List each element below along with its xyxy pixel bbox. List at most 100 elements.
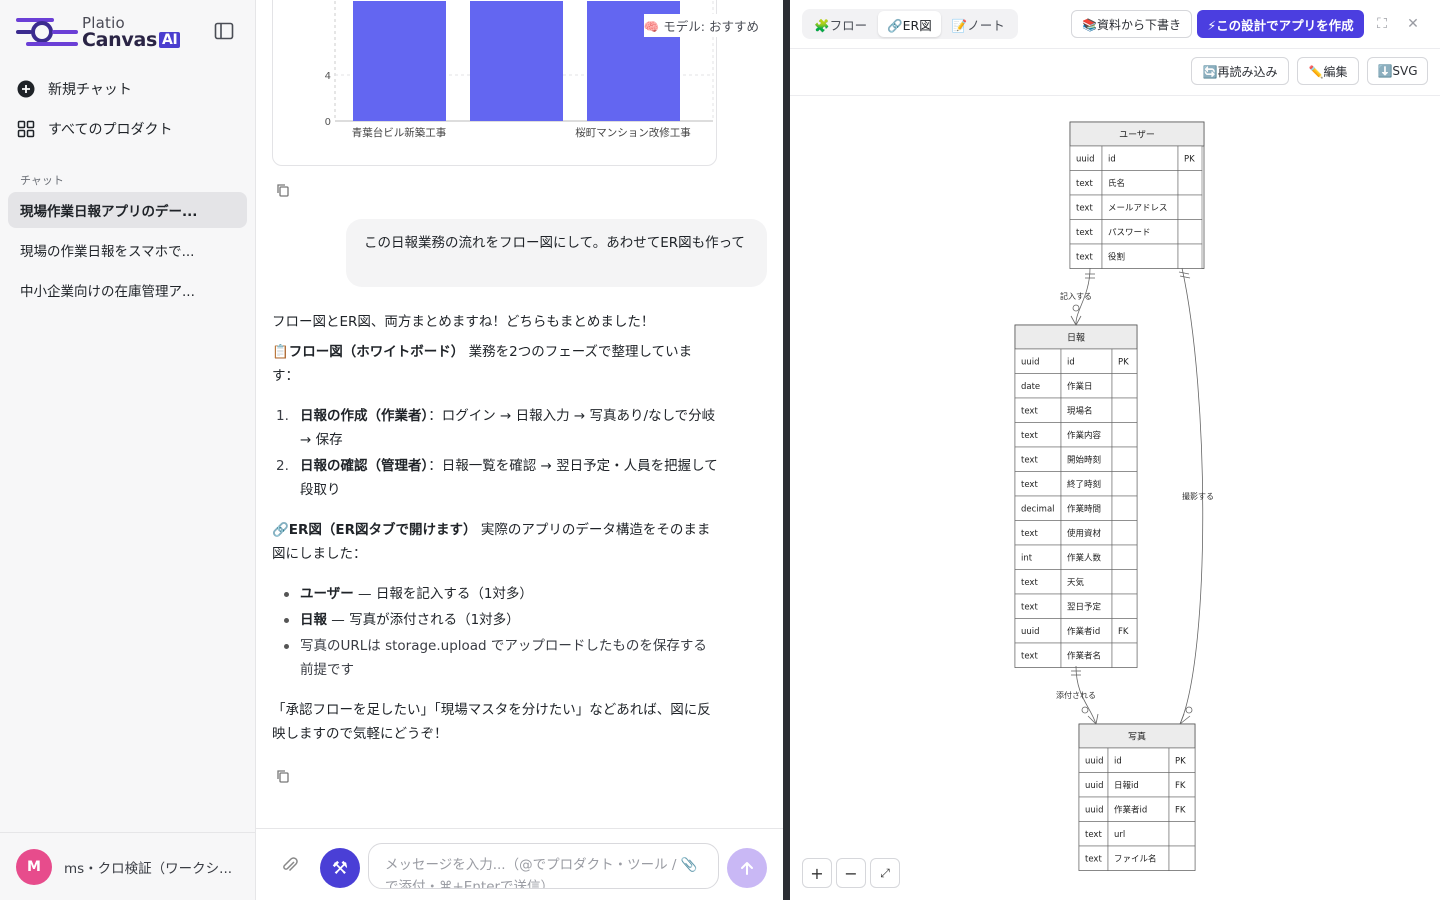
entity-cell-text: 日報id <box>1114 781 1139 791</box>
download-svg-button[interactable]: ⬇️SVG <box>1367 57 1428 85</box>
close-icon[interactable]: ✕ <box>1404 15 1422 33</box>
zoom-in-button[interactable]: + <box>802 858 832 888</box>
logo-mark-icon <box>16 18 78 46</box>
x-tick: 青葉台ビル新築工事 <box>352 126 447 139</box>
logo-ai-badge: AI <box>159 32 181 48</box>
entity-name: 日報 <box>1067 333 1085 344</box>
copy-icon[interactable] <box>275 182 293 200</box>
er-diagram: ユーザーuuid id PKtext 氏名text メールアドレスtext パスワードte… <box>1014 121 1214 871</box>
entity-cell-text: text <box>1021 529 1038 539</box>
list-item: 日報の作成（作業者）：ログイン → 日報入力 → 写真あり/なしで分岐 → 保存 <box>300 404 718 452</box>
entity-cell-text: 氏名 <box>1108 178 1125 189</box>
sidebar-chat-item[interactable]: 中小企業向けの在庫管理ア... <box>8 272 247 308</box>
edit-button[interactable]: ✏️編集 <box>1297 57 1359 85</box>
entity-cell <box>1111 422 1138 448</box>
fit-view-button[interactable]: ⤢ <box>870 858 900 888</box>
flow-heading-title: 📋フロー図（ホワイトボード） <box>272 344 465 360</box>
send-button[interactable] <box>727 848 767 888</box>
divider-line <box>790 48 1440 49</box>
relation-line <box>1087 713 1099 725</box>
entity-cell-text: 翌日予定 <box>1067 602 1102 613</box>
relation-label: 撮影する <box>1182 491 1214 501</box>
entity-name: ユーザー <box>1119 130 1155 141</box>
copy-icon[interactable] <box>275 768 293 786</box>
entity-cell-text: 作業内容 <box>1067 430 1102 441</box>
create-app-button[interactable]: ⚡この設計でアプリを作成 <box>1197 10 1364 38</box>
entity-cell <box>1111 642 1138 668</box>
entity-cell-text: text <box>1076 179 1093 189</box>
entity-cell <box>1111 520 1138 546</box>
sidebar-toggle-icon[interactable] <box>214 22 236 42</box>
entity-cell-text: 作業日 <box>1067 381 1093 392</box>
tab-flow[interactable]: 🧩フロー <box>805 11 876 37</box>
entity-cell-text: FK <box>1175 806 1186 816</box>
entity-cell-text: text <box>1021 431 1038 441</box>
entity-cell-text: uuid <box>1021 627 1040 637</box>
tab-er[interactable]: 🔗ER図 <box>878 11 941 37</box>
relation-label: 記入する <box>1060 291 1092 301</box>
model-selector[interactable]: 🧠 モデル: おすすめ <box>643 14 759 37</box>
flow-heading: 📋フロー図（ホワイトボード） 業務を2つのフェーズで整理しています： <box>272 340 717 388</box>
chart-bar <box>353 1 446 121</box>
entity-cell-text: id <box>1067 358 1075 368</box>
entity-cell-text: 天気 <box>1067 577 1085 588</box>
draft-from-docs-button[interactable]: 📚資料から下書き <box>1071 10 1192 38</box>
tools-button[interactable]: ⚒ <box>320 848 360 888</box>
reload-button[interactable]: 🔄再読み込み <box>1191 57 1289 85</box>
entity-cell <box>1168 845 1196 871</box>
entity-cell-text: FK <box>1175 781 1186 791</box>
cardinality-mark <box>1178 271 1190 275</box>
entity-cell <box>1111 544 1138 570</box>
entity-cell-text: id <box>1114 757 1122 767</box>
paperclip-icon[interactable] <box>280 855 302 877</box>
entity-cell <box>1111 373 1138 399</box>
entity-cell-text: url <box>1114 830 1125 840</box>
entity-cell <box>1111 471 1138 497</box>
reply-intro: フロー図とER図、両方まとめますね！どちらもまとめました！ <box>272 314 655 330</box>
diagram-panel: 🧩フロー 🔗ER図 📝ノート 📚資料から下書き ⚡この設計でアプリを作成 ⛶ ✕… <box>790 0 1440 900</box>
list-item-bold: ユーザー <box>300 586 354 602</box>
message-input[interactable]: メッセージを入力...（@でプロダクト・ツール / 📎で添付・⌘+Enterで送… <box>368 843 719 889</box>
entity-cell-text: 役割 <box>1108 252 1125 263</box>
user-profile[interactable]: M ms・クロ検証（ワークシ... <box>0 832 256 900</box>
entity-cell-text: PK <box>1175 757 1186 767</box>
cardinality-mark <box>1081 706 1089 714</box>
er-heading-title: 🔗ER図（ER図タブで開けます） <box>272 522 477 538</box>
entity-cell-text: text <box>1076 253 1093 263</box>
reply-closing: 「承認フローを足したい」「現場マスタを分けたい」などあれば、図に反映しますので気… <box>272 702 711 742</box>
entity-cell <box>1168 821 1196 847</box>
entity-cell-text: text <box>1021 456 1038 466</box>
tab-note[interactable]: 📝ノート <box>943 11 1014 37</box>
entity-cell <box>1177 170 1203 196</box>
all-products-button[interactable]: すべてのプロダクト <box>16 115 172 143</box>
entity-cell-text: 終了時刻 <box>1067 479 1101 490</box>
list-number: 1. <box>276 408 289 424</box>
entity-cell-text: text <box>1021 603 1038 613</box>
sidebar-chat-item[interactable]: 現場の作業日報をスマホで... <box>8 232 247 268</box>
entity-cell-text: uuid <box>1085 757 1104 767</box>
user-name: ms・クロ検証（ワークシ... <box>64 860 233 877</box>
entity-cell-text: 作業者id <box>1067 626 1100 637</box>
bullet <box>284 644 289 649</box>
expand-icon[interactable]: ⛶ <box>1373 15 1391 33</box>
new-chat-button[interactable]: 新規チャット <box>16 75 132 103</box>
bullet <box>284 592 289 597</box>
zoom-out-button[interactable]: − <box>836 858 866 888</box>
arrow-up-icon <box>741 862 753 875</box>
entity-cell-text: decimal <box>1021 505 1055 515</box>
entity-cell-text: text <box>1021 407 1038 417</box>
entity-cell <box>1177 243 1203 269</box>
entity-cell-text: text <box>1021 652 1038 662</box>
list-item-bold: 日報の作成（作業者） <box>300 408 429 424</box>
logo[interactable]: Platio Canvas AI <box>16 14 186 51</box>
entity-cell-text: uuid <box>1021 358 1040 368</box>
entity-cell-text: PK <box>1184 155 1195 165</box>
entity-cell <box>1111 397 1138 423</box>
panel-resizer[interactable] <box>783 0 790 900</box>
list-item-bold: 日報 <box>300 612 327 628</box>
list-item: 日報の確認（管理者）：日報一覧を確認 → 翌日予定・人員を把握して段取り <box>300 454 718 502</box>
new-chat-label: 新規チャット <box>48 82 132 98</box>
relation-label: 添付される <box>1056 690 1096 700</box>
list-item-text: — 日報を記入する（1対多） <box>353 586 533 602</box>
sidebar-chat-item[interactable]: 現場作業日報アプリのデー... <box>8 192 247 228</box>
